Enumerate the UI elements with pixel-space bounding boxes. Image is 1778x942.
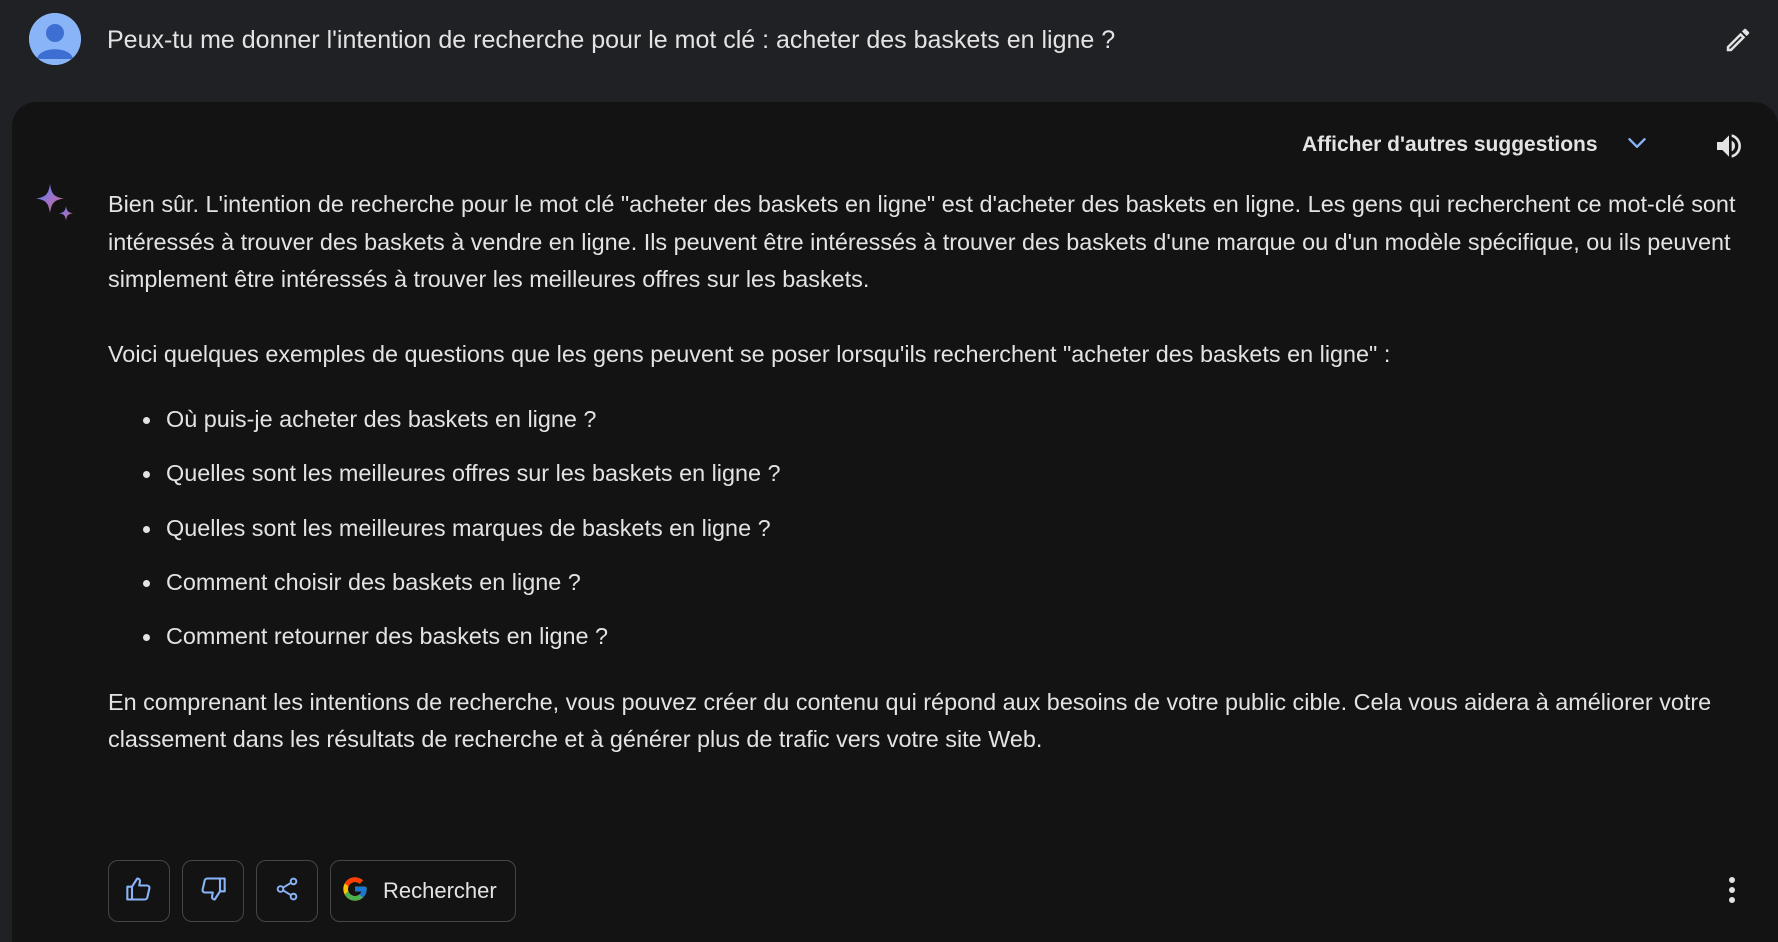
response-paragraph: En comprenant les intentions de recherch… (108, 688, 1712, 753)
user-prompt-row: Peux-tu me donner l'intention de recherc… (0, 0, 1778, 100)
response-actions: Rechercher (108, 860, 516, 924)
show-drafts-button[interactable]: Afficher d'autres suggestions (1302, 126, 1650, 164)
thumbs-down-icon (199, 875, 227, 908)
thumbs-up-icon (125, 875, 153, 908)
edit-prompt-button[interactable] (1718, 22, 1758, 62)
user-avatar-icon[interactable] (29, 13, 81, 65)
response-body: Bien sûr. L'intention de recherche pour … (108, 186, 1738, 759)
share-icon (274, 876, 300, 907)
volume-icon (1713, 130, 1745, 167)
sparkle-icon (32, 182, 78, 228)
chat-page: Peux-tu me donner l'intention de recherc… (0, 0, 1778, 942)
more-options-button[interactable] (1712, 872, 1752, 912)
list-item: Quelles sont les meilleures offres sur l… (143, 455, 1738, 493)
list-item: Comment choisir des baskets en ligne ? (143, 564, 1738, 602)
pencil-icon (1723, 25, 1753, 60)
chevron-down-icon (1624, 130, 1650, 161)
thumbs-down-button[interactable] (182, 860, 244, 922)
list-item: Où puis-je acheter des baskets en ligne … (143, 401, 1738, 439)
search-button-label: Rechercher (383, 878, 497, 903)
google-g-icon (341, 875, 369, 908)
list-item: Comment retourner des baskets en ligne ? (143, 618, 1738, 656)
google-search-button[interactable]: Rechercher (330, 860, 516, 922)
list-item: Quelles sont les meilleures marques de b… (143, 510, 1738, 548)
share-button[interactable] (256, 860, 318, 922)
more-vertical-icon (1727, 875, 1737, 910)
example-questions-list: Où puis-je acheter des baskets en ligne … (108, 401, 1738, 656)
user-prompt-text: Peux-tu me donner l'intention de recherc… (107, 26, 1116, 54)
thumbs-up-button[interactable] (108, 860, 170, 922)
read-aloud-button[interactable] (1709, 128, 1749, 168)
response-paragraph: Voici quelques exemples de questions que… (108, 340, 1391, 367)
show-drafts-label: Afficher d'autres suggestions (1302, 133, 1598, 156)
response-card: Afficher d'autres suggestions Bien sûr. … (12, 102, 1778, 942)
response-paragraph: Bien sûr. L'intention de recherche pour … (108, 191, 1736, 292)
